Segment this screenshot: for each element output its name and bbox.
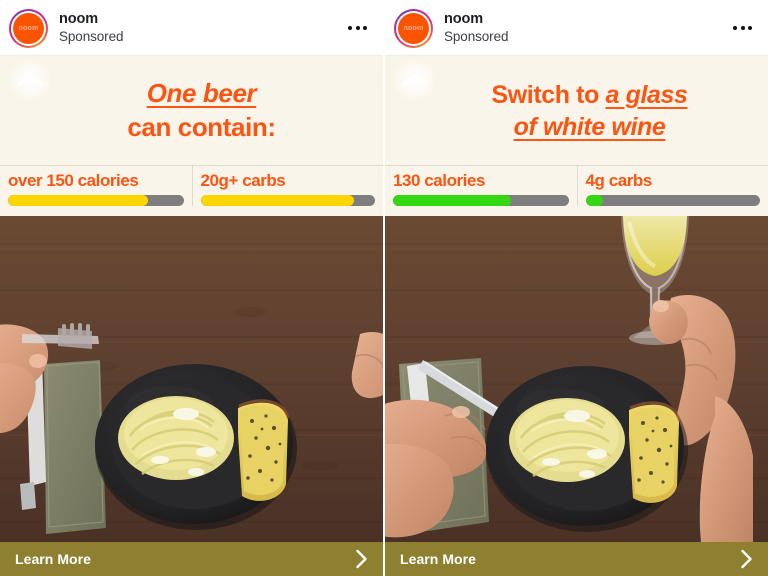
ellipsis-dot: [363, 26, 367, 30]
ellipsis-dot: [355, 26, 360, 30]
chevron-up-icon[interactable]: [8, 58, 52, 102]
ad-comparison-screenshot: noom noom Sponsored One beer can contain…: [0, 0, 768, 576]
headline-lead: Switch to: [491, 80, 606, 109]
chevron-up-icon[interactable]: [393, 58, 437, 102]
ad-header: noom noom Sponsored: [385, 0, 768, 56]
headline-emphasis-line1: a glass: [605, 80, 688, 109]
ellipsis-dot: [348, 26, 352, 30]
food-photo: [0, 216, 383, 542]
stat-carbs: 20g+ carbs: [191, 166, 384, 207]
avatar[interactable]: noom: [9, 8, 48, 48]
ad-header: noom noom Sponsored: [0, 0, 383, 56]
ellipsis-icon[interactable]: [729, 18, 756, 38]
brand-name[interactable]: noom: [59, 11, 123, 28]
headline-emphasis-line2: of white wine: [513, 112, 666, 141]
ellipsis-icon[interactable]: [344, 18, 371, 38]
headline-emphasis: One beer: [146, 78, 257, 109]
stat-label: 130 calories: [393, 171, 485, 190]
sponsored-label: Sponsored: [59, 29, 124, 45]
progress-track: [200, 195, 375, 207]
stats-row: 130 calories 4g carbs: [385, 165, 768, 216]
brand-name[interactable]: noom: [444, 11, 508, 28]
ad-panel-left: noom noom Sponsored One beer can contain…: [0, 0, 383, 576]
avatar-inner-ring: noom: [11, 10, 46, 46]
stat-carbs: 4g carbs: [576, 166, 768, 207]
stat-label: 4g carbs: [585, 171, 653, 190]
chevron-right-icon[interactable]: [740, 549, 753, 569]
learn-more-button[interactable]: Learn More: [15, 551, 91, 567]
stats-row: over 150 calories 20g+ carbs: [0, 165, 383, 216]
cta-bar[interactable]: Learn More: [385, 542, 768, 576]
progress-fill: [393, 195, 511, 207]
learn-more-button[interactable]: Learn More: [400, 551, 476, 567]
avatar-inner-ring: noom: [396, 10, 431, 46]
ad-panel-right: noom noom Sponsored Switch to a glass of…: [385, 0, 768, 576]
cta-bar[interactable]: Learn More: [0, 542, 383, 576]
stat-calories: over 150 calories: [0, 166, 192, 207]
page-title: Switch to a glass of white wine: [403, 79, 750, 143]
headline-rest: can contain:: [127, 111, 276, 142]
progress-track: [393, 195, 569, 207]
avatar[interactable]: noom: [394, 8, 433, 48]
page-title: One beer can contain:: [18, 77, 365, 144]
progress-fill: [585, 195, 603, 207]
sponsored-label: Sponsored: [444, 29, 509, 45]
ellipsis-dot: [740, 26, 745, 30]
headline-block: Switch to a glass of white wine: [385, 56, 768, 165]
headline-block: One beer can contain:: [0, 56, 383, 165]
progress-track: [585, 195, 760, 207]
ellipsis-dot: [748, 26, 752, 30]
stat-label: 20g+ carbs: [200, 171, 286, 190]
noom-logo-icon: noom: [13, 12, 44, 44]
stat-calories: 130 calories: [385, 166, 577, 207]
ellipsis-dot: [733, 26, 737, 30]
progress-fill: [200, 195, 355, 207]
stat-label: over 150 calories: [8, 171, 139, 190]
ad-header-text: noom Sponsored: [59, 11, 124, 45]
noom-logo-icon: noom: [398, 12, 429, 44]
ad-header-text: noom Sponsored: [444, 11, 509, 45]
chevron-right-icon[interactable]: [355, 549, 368, 569]
progress-fill: [8, 195, 149, 207]
food-photo: [385, 216, 768, 542]
progress-track: [8, 195, 184, 207]
